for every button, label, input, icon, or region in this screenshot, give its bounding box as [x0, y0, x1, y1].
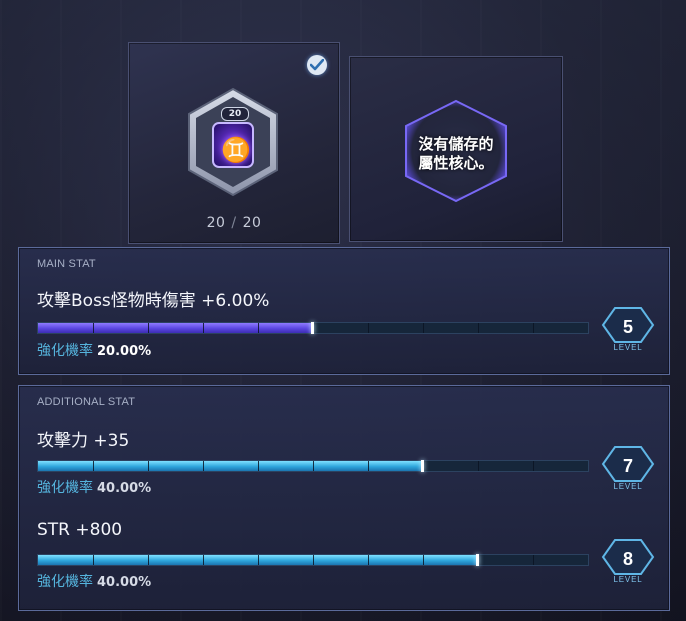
progress-segment-divider — [313, 555, 314, 565]
progress-segment-divider — [478, 461, 479, 471]
progress-segment-divider — [203, 555, 204, 565]
main-stat-title: MAIN STAT — [37, 258, 96, 270]
equipped-core-card[interactable]: 20 ♊ 20 / 20 — [128, 42, 340, 244]
main-stat-progress-bar — [37, 322, 589, 334]
main-stat-rate: 強化機率 20.00% — [37, 340, 151, 360]
additional-stat-name-1: 攻擊力 +35 — [37, 431, 130, 451]
main-stat-level-badge: 5 LEVEL — [601, 306, 655, 358]
empty-slot-message: 沒有儲存的 屬性核心。 — [350, 135, 562, 173]
empty-message-line-2: 屬性核心。 — [418, 154, 494, 172]
additional-stat-level-word-1: LEVEL — [613, 482, 643, 491]
progress-segment-divider — [368, 555, 369, 565]
core-count-max: 20 — [242, 215, 262, 231]
progress-segment-divider — [258, 323, 259, 333]
progress-segment-divider — [368, 461, 369, 471]
additional-stat-panel: ADDITIONAL STAT 攻擊力 +35 強化機率 40.00% 7 LEV… — [18, 385, 670, 611]
progress-segment-divider — [423, 555, 424, 565]
progress-segment-divider — [533, 555, 534, 565]
main-stat-level: 5 — [622, 317, 633, 337]
gemini-symbol-icon: ♊ — [221, 135, 251, 164]
additional-stat-level-2: 8 — [622, 549, 633, 569]
additional-stat-rate-label-1: 強化機率 — [37, 480, 93, 496]
additional-stat-rate-label-2: 強化機率 — [37, 574, 93, 590]
additional-stat-level-word-2: LEVEL — [613, 575, 643, 584]
main-stat-panel: MAIN STAT 攻擊Boss怪物時傷害 +6.00% 強化機率 20.00% … — [18, 247, 670, 375]
progress-segment-divider — [533, 323, 534, 333]
core-count-current: 20 — [206, 215, 226, 231]
core-count: 20 / 20 — [129, 215, 339, 231]
count-separator: / — [231, 215, 237, 231]
progress-segment-divider — [93, 555, 94, 565]
progress-segment-divider — [148, 323, 149, 333]
progress-segment-divider — [93, 323, 94, 333]
additional-stat-level-badge-1: 7 LEVEL — [601, 445, 655, 497]
progress-segment-divider — [423, 323, 424, 333]
progress-segment-divider — [368, 323, 369, 333]
progress-tip — [311, 322, 314, 334]
additional-stat-title: ADDITIONAL STAT — [37, 396, 136, 408]
progress-fill — [38, 323, 313, 333]
progress-segment-divider — [533, 461, 534, 471]
saved-core-card[interactable]: 沒有儲存的 屬性核心。 — [349, 56, 563, 242]
progress-segment-divider — [313, 461, 314, 471]
check-icon — [307, 55, 327, 75]
main-stat-name: 攻擊Boss怪物時傷害 +6.00% — [37, 291, 270, 311]
additional-stat-rate-2: 強化機率 40.00% — [37, 571, 151, 591]
additional-stat-level-1: 7 — [622, 456, 633, 476]
progress-segment-divider — [203, 461, 204, 471]
additional-stat-rate-value-2: 40.00% — [97, 575, 152, 590]
additional-stat-rate-value-1: 40.00% — [97, 481, 152, 496]
progress-segment-divider — [478, 323, 479, 333]
additional-stat-progress-bar-1 — [37, 460, 589, 472]
progress-segment-divider — [93, 461, 94, 471]
progress-segment-divider — [148, 555, 149, 565]
progress-fill — [38, 461, 423, 471]
progress-segment-divider — [148, 461, 149, 471]
progress-segment-divider — [258, 555, 259, 565]
additional-stat-level-badge-2: 8 LEVEL — [601, 538, 655, 590]
progress-tip — [421, 460, 424, 472]
additional-stat-progress-bar-2 — [37, 554, 589, 566]
main-stat-rate-value: 20.00% — [97, 344, 152, 359]
empty-message-line-1: 沒有儲存的 — [418, 135, 494, 153]
main-stat-level-word: LEVEL — [613, 343, 643, 352]
progress-segment-divider — [203, 323, 204, 333]
core-gem: 20 ♊ — [185, 87, 281, 197]
additional-stat-name-2: STR +800 — [37, 520, 123, 540]
main-stat-rate-label: 強化機率 — [37, 343, 93, 359]
core-level-badge: 20 — [221, 107, 249, 121]
additional-stat-rate-1: 強化機率 40.00% — [37, 477, 151, 497]
progress-segment-divider — [258, 461, 259, 471]
progress-tip — [476, 554, 479, 566]
